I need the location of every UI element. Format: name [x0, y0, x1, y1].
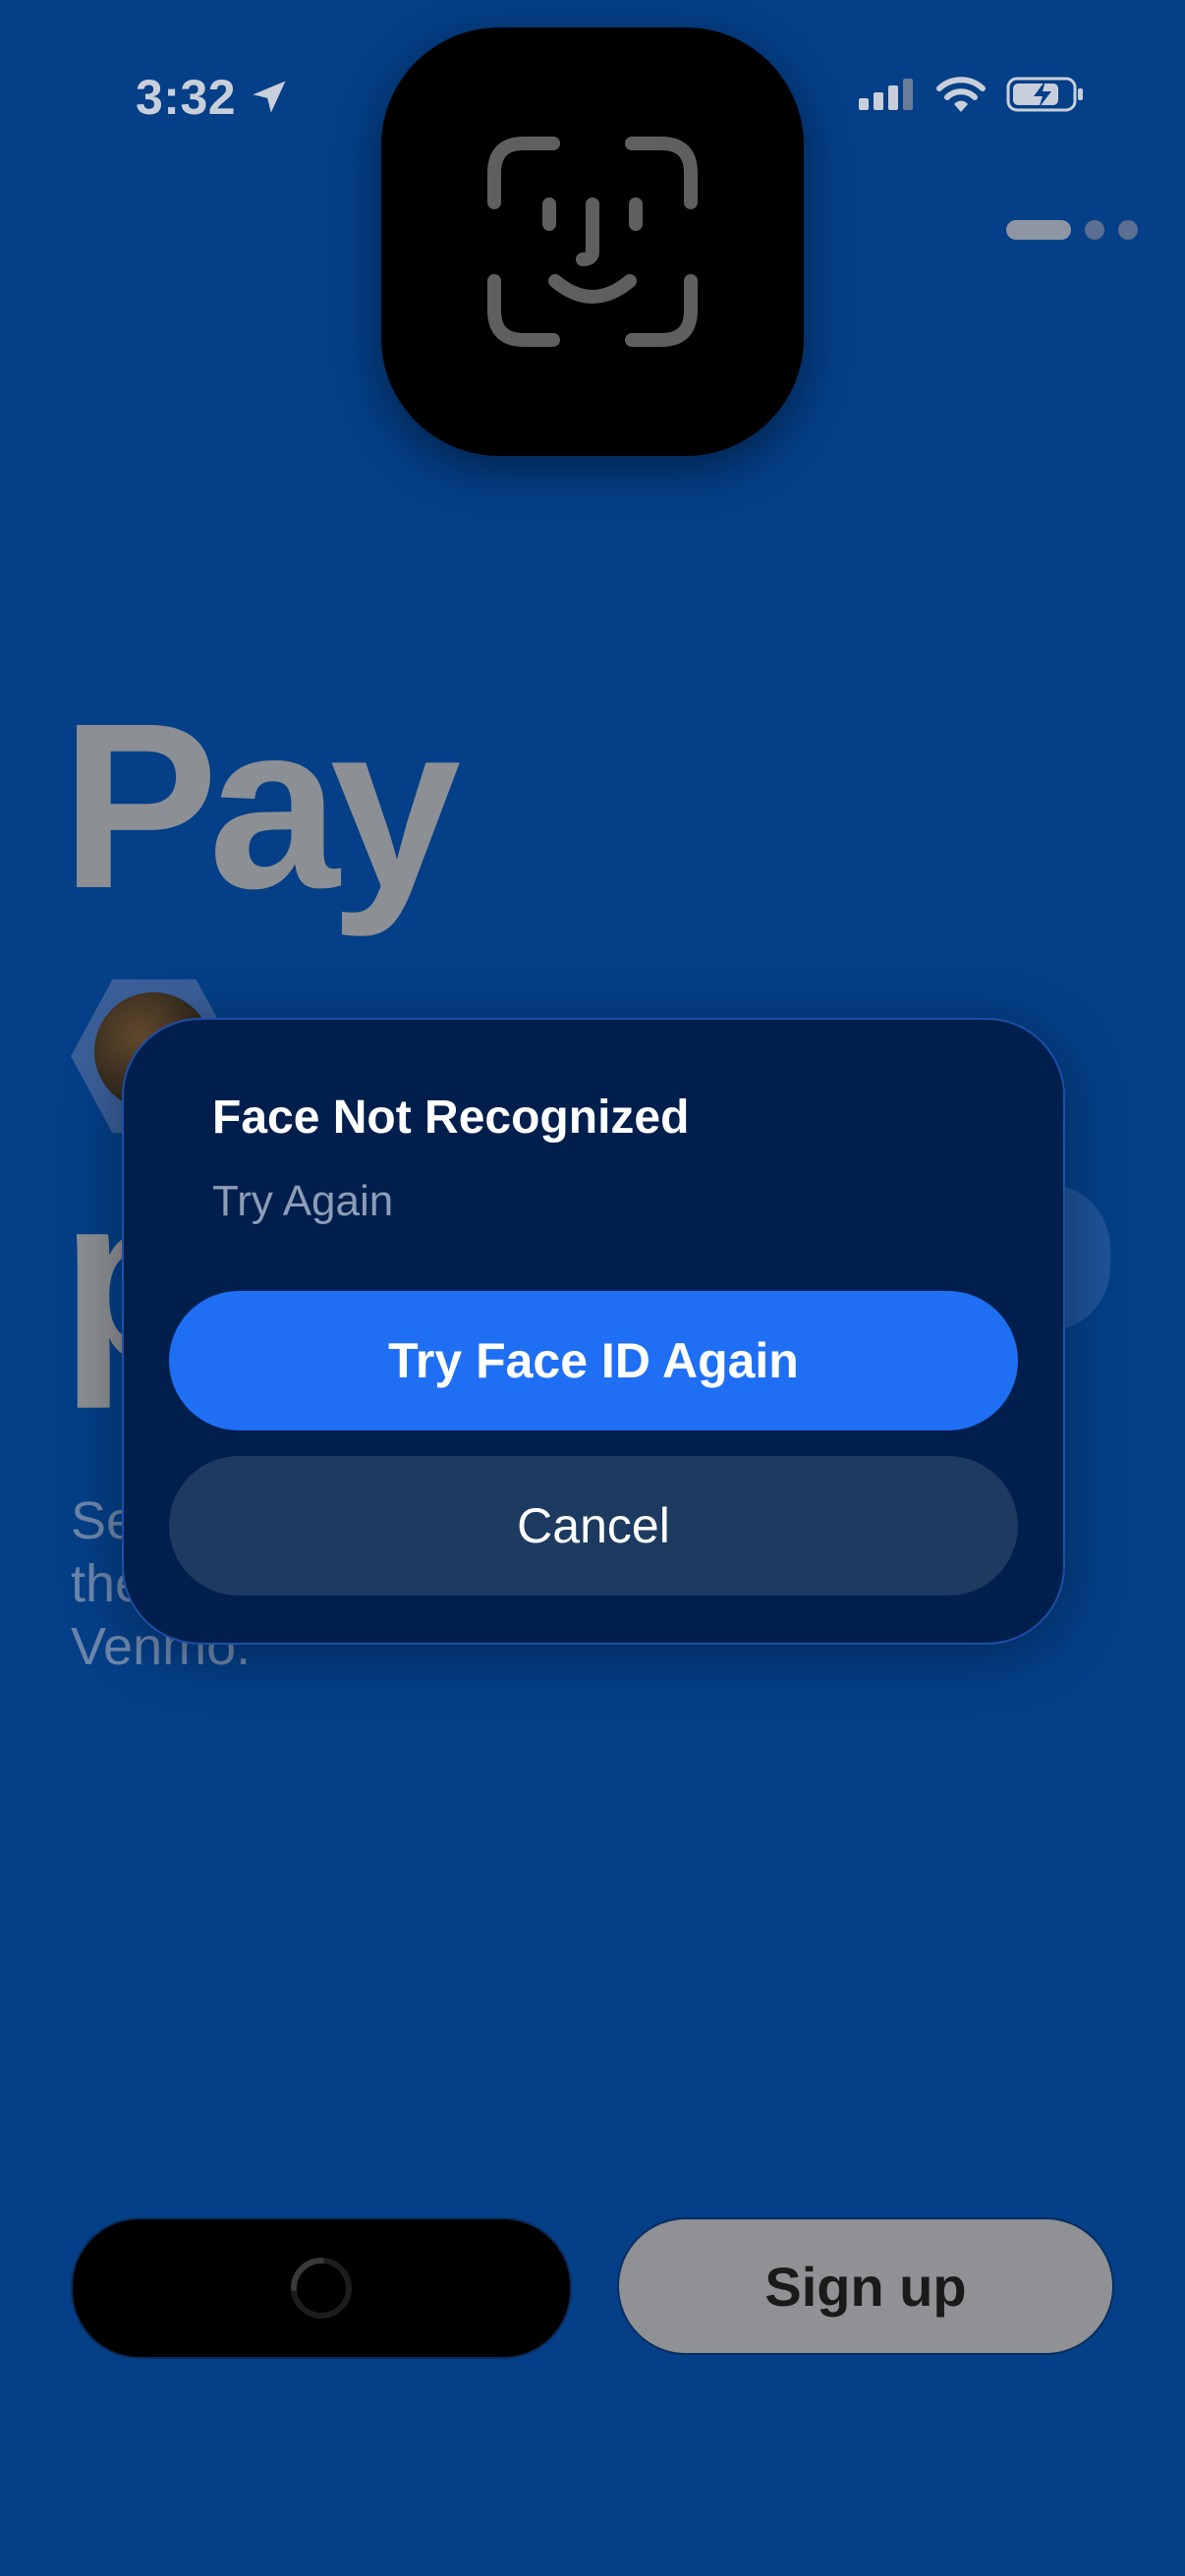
- page-indicator: [1006, 220, 1138, 240]
- try-face-id-again-button[interactable]: Try Face ID Again: [169, 1291, 1018, 1430]
- page-dot-active: [1006, 220, 1071, 240]
- face-id-icon: [487, 137, 698, 347]
- wifi-icon: [936, 77, 986, 112]
- battery-charging-icon: [1006, 77, 1083, 112]
- cellular-signal-icon: [859, 79, 913, 110]
- status-bar-indicators: [859, 75, 1085, 114]
- status-bar-time: 3:32: [136, 69, 291, 126]
- alert-message: Try Again: [212, 1177, 394, 1225]
- location-arrow-icon: [253, 81, 286, 113]
- venmo-welcome-screen: 3:32 Pay Se the Venmo. Face Not Recogniz…: [0, 0, 1185, 2576]
- cancel-button[interactable]: Cancel: [169, 1456, 1018, 1596]
- alert-title: Face Not Recognized: [212, 1092, 690, 1144]
- loading-spinner-icon: [291, 2258, 352, 2319]
- page-dot: [1085, 220, 1104, 240]
- face-id-hud: [381, 28, 804, 456]
- time-label: 3:32: [136, 70, 237, 125]
- hero-heading-line1: Pay: [61, 674, 461, 937]
- page-dot: [1118, 220, 1138, 240]
- log-in-button[interactable]: [71, 2217, 572, 2359]
- sign-up-button[interactable]: Sign up: [617, 2217, 1114, 2355]
- face-id-alert-dialog: Face Not Recognized Try Again Try Face I…: [122, 1018, 1065, 1645]
